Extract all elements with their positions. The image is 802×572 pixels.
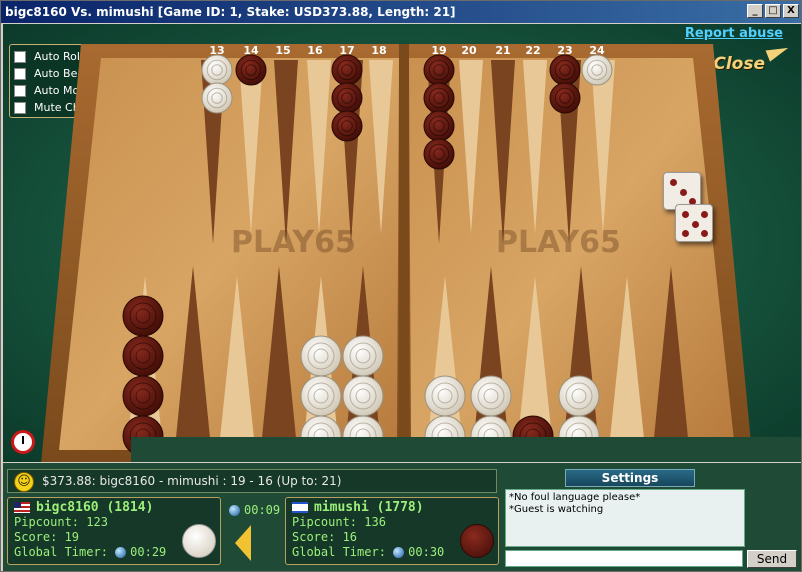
dark-checker: [331, 54, 363, 86]
player1-timer-label: Global Timer:: [14, 545, 108, 559]
timer-icon: [229, 505, 240, 516]
point-number-14: 14: [243, 44, 259, 57]
brand-watermark: PLAY65: [496, 225, 621, 260]
send-button[interactable]: Send: [747, 550, 797, 568]
player1-panel: bigc8160 (1814) Pipcount: 123 Score: 19 …: [7, 497, 221, 565]
player1-global-timer: 00:29: [130, 545, 167, 559]
match-status-bar: ☺ $373.88: bigc8160 - mimushi : 19 - 16 …: [7, 469, 497, 493]
backgammon-board[interactable]: PLAY65 PLAY65: [41, 44, 753, 462]
die-pip: [670, 179, 677, 186]
auto-moves-checkbox[interactable]: [14, 84, 26, 97]
dark-checker: [235, 54, 267, 86]
dark-checker: [122, 335, 164, 377]
chat-log[interactable]: *No foul language please* *Guest is watc…: [505, 489, 745, 547]
die-pip: [679, 188, 687, 196]
dark-checker: [423, 138, 455, 170]
close-arrow-icon[interactable]: [765, 42, 791, 62]
point-number-1: 1: [659, 437, 801, 462]
timer-icon: [393, 547, 405, 558]
dark-checker: [331, 110, 363, 142]
white-checker: [470, 375, 512, 417]
dark-checker: [549, 54, 581, 86]
point-number-20: 20: [461, 44, 477, 57]
game-window: bigc8160 Vs. mimushi [Game ID: 1, Stake:…: [0, 0, 802, 572]
point-number-21: 21: [495, 44, 511, 57]
point-number-18: 18: [371, 44, 387, 57]
settings-button[interactable]: Settings: [565, 469, 695, 487]
point-number-23: 23: [557, 44, 573, 57]
chat-panel: Settings *No foul language please* *Gues…: [503, 465, 799, 569]
dark-checker: [122, 295, 164, 337]
die-pip: [701, 211, 708, 218]
player1-pipcount: Pipcount: 123: [14, 515, 108, 529]
white-checker: [558, 375, 600, 417]
player2-panel: mimushi (1778) Pipcount: 136 Score: 16 G…: [285, 497, 499, 565]
close-window-button[interactable]: X: [783, 4, 799, 18]
white-checker: [424, 375, 466, 417]
dark-checker: [549, 82, 581, 114]
chat-line: *No foul language please*: [509, 492, 641, 503]
chat-input[interactable]: [505, 550, 743, 567]
turn-timer: 00:09: [229, 503, 280, 517]
point-number-13: 13: [209, 44, 225, 57]
player2-timer-label: Global Timer:: [292, 545, 386, 559]
die-pip: [682, 211, 689, 218]
dark-checker: [423, 110, 455, 142]
point-number-16: 16: [307, 44, 323, 57]
maximize-button[interactable]: □: [765, 4, 781, 18]
white-checker: [300, 375, 342, 417]
die-2[interactable]: [675, 204, 713, 242]
point-number-19: 19: [431, 44, 447, 57]
dark-checker: [122, 375, 164, 417]
white-checker: [581, 54, 613, 86]
point-number-17: 17: [339, 44, 355, 57]
match-status-text: $373.88: bigc8160 - mimushi : 19 - 16 (U…: [42, 474, 342, 488]
smiley-icon[interactable]: ☺: [14, 472, 34, 492]
white-checker: [201, 82, 233, 114]
turn-timer-value: 00:09: [244, 503, 281, 517]
white-checker: [201, 54, 233, 86]
dark-checker: [331, 82, 363, 114]
dark-checker: [423, 54, 455, 86]
player2-name: mimushi (1778): [314, 500, 424, 515]
die-pip: [682, 230, 689, 237]
israel-flag-icon: [292, 502, 308, 513]
chat-line: *Guest is watching: [509, 504, 604, 515]
player1-checker-icon: [182, 524, 216, 558]
us-flag-icon: [14, 502, 30, 513]
player2-global-timer: 00:30: [408, 545, 445, 559]
game-area: Report abuse Close Auto Roll Auto Bearof…: [3, 24, 801, 462]
point-number-24: 24: [589, 44, 605, 57]
bottom-panel: ☺ $373.88: bigc8160 - mimushi : 19 - 16 …: [3, 463, 801, 571]
die-pip: [701, 230, 708, 237]
player2-checker-icon: [460, 524, 494, 558]
die-pip: [691, 220, 699, 228]
auto-bearoff-checkbox[interactable]: [14, 67, 26, 80]
mute-chat-checkbox[interactable]: [14, 101, 26, 114]
dark-checker: [423, 82, 455, 114]
brand-watermark: PLAY65: [231, 225, 356, 260]
player2-pipcount: Pipcount: 136: [292, 515, 386, 529]
board-bar: [399, 44, 409, 462]
report-abuse-link[interactable]: Report abuse: [685, 26, 783, 41]
minimize-button[interactable]: _: [747, 4, 763, 18]
timer-icon: [115, 547, 127, 558]
auto-roll-checkbox[interactable]: [14, 50, 26, 63]
white-checker: [342, 335, 384, 377]
white-checker: [342, 375, 384, 417]
window-titlebar: bigc8160 Vs. mimushi [Game ID: 1, Stake:…: [1, 1, 801, 23]
white-checker: [300, 335, 342, 377]
clock-icon[interactable]: [11, 430, 35, 454]
point-number-22: 22: [525, 44, 541, 57]
player1-name: bigc8160 (1814): [36, 500, 154, 515]
point-number-15: 15: [275, 44, 291, 57]
turn-indicator-arrow-icon: [235, 525, 251, 561]
window-title: bigc8160 Vs. mimushi [Game ID: 1, Stake:…: [5, 5, 456, 19]
